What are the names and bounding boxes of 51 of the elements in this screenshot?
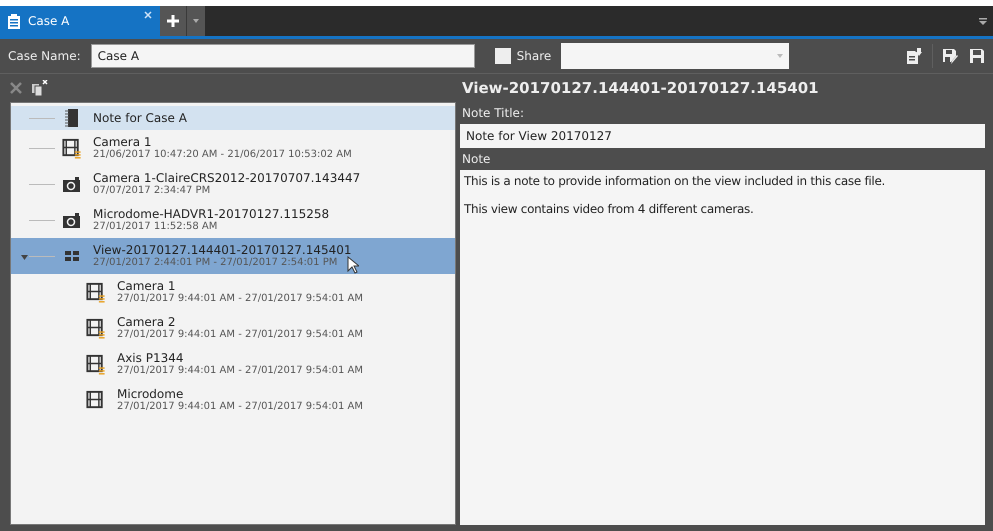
item-title: Microdome (117, 387, 184, 401)
note-text-area[interactable]: This is a note to provide information on the view included in this case file. This view contains video from 4 different cameras. (460, 170, 985, 525)
note-paragraph: This view contains video from 4 different cameras. (464, 202, 755, 216)
tree-item[interactable]: View-20170127.144401-20170127.145401 27/01/2017 2:44:01 PM - 27/01/2017 2:54:01 PM (11, 238, 455, 274)
save-as-icon[interactable] (943, 48, 959, 64)
item-time: 21/06/2017 10:47:20 AM - 21/06/2017 10:53:02 AM (93, 149, 352, 161)
tab[interactable]: Case A (0, 6, 160, 36)
item-title: Camera 2 (117, 315, 177, 329)
tree-item[interactable]: Microdome-HADVR1-20170127.115258 27/01/2017 11:52:58 AM (11, 202, 455, 238)
overflow-menu-icon[interactable] (979, 18, 987, 24)
mouse-pointer-icon (347, 256, 359, 274)
item-time: 27/01/2017 2:44:01 PM - 27/01/2017 2:54:01 PM (93, 257, 338, 269)
share-checkbox[interactable]: Share (494, 48, 552, 64)
tree-item[interactable]: Camera 1 21/06/2017 10:47:20 AM - 21/06/2017 10:53:02 AM (11, 130, 455, 166)
dropdown-icon (777, 54, 784, 58)
collapse-arrow-icon[interactable] (21, 255, 28, 261)
case-name-label: Case Name: (8, 49, 81, 63)
tree-item[interactable]: Camera 2 27/01/2017 9:44:01 AM - 27/01/2017 9:54:01 AM (11, 310, 455, 346)
export-icon[interactable] (906, 48, 922, 64)
note-label: Note (461, 151, 492, 168)
item-time: 27/01/2017 9:44:01 AM - 27/01/2017 9:54:01 AM (117, 329, 363, 341)
tree-item[interactable]: Camera 1-ClaireCRS2012-20170707.143447 07/07/2017 2:34:47 PM (11, 166, 455, 202)
tab-label: Case A (28, 14, 70, 28)
note-paragraph: This is a note to provide information on the view included in this case file. (464, 174, 886, 188)
item-time: 27/01/2017 11:52:58 AM (93, 221, 218, 233)
note-title-field[interactable]: Note for View 20170127 (460, 124, 985, 148)
tree-item[interactable]: Note for Case A (11, 106, 455, 130)
close-icon[interactable] (144, 11, 152, 19)
plus-icon (166, 14, 180, 28)
item-title: Camera 1 (93, 135, 153, 149)
item-title: Microdome-HADVR1-20170127.115258 (93, 207, 330, 221)
save-icon[interactable] (969, 48, 985, 64)
item-title: View-20170127.144401-20170127.145401 (93, 243, 352, 257)
remove-all-icon[interactable] (32, 80, 48, 96)
dropdown-icon[interactable] (193, 19, 199, 23)
item-time: 07/07/2017 2:34:47 PM (93, 185, 212, 197)
item-time: 27/01/2017 9:44:01 AM - 27/01/2017 9:54:01 AM (117, 365, 363, 377)
tree-item[interactable]: Axis P1344 27/01/2017 9:44:01 AM - 27/01/2017 9:54:01 AM (11, 346, 455, 382)
case-name-field[interactable]: Case A (90, 44, 475, 68)
add-tab-button[interactable] (160, 6, 186, 36)
item-time: 27/01/2017 9:44:01 AM - 27/01/2017 9:54:01 AM (117, 401, 363, 413)
item-time: 27/01/2017 9:44:01 AM - 27/01/2017 9:54:01 AM (117, 293, 363, 305)
tree-item[interactable]: Camera 1 27/01/2017 9:44:01 AM - 27/01/2017 9:54:01 AM (11, 274, 455, 310)
item-title: Note for Case A (93, 111, 187, 125)
item-title: Axis P1344 (117, 351, 184, 365)
clipboard-icon (8, 14, 20, 28)
item-title: Camera 1-ClaireCRS2012-20170707.143447 (93, 171, 360, 185)
view-title: View-20170127.144401-20170127.145401 (461, 78, 820, 99)
item-title: Camera 1 (117, 279, 177, 293)
tree-item[interactable]: Microdome 27/01/2017 9:44:01 AM - 27/01/2017 9:54:01 AM (11, 382, 455, 418)
note-title-label: Note Title: (461, 105, 525, 122)
